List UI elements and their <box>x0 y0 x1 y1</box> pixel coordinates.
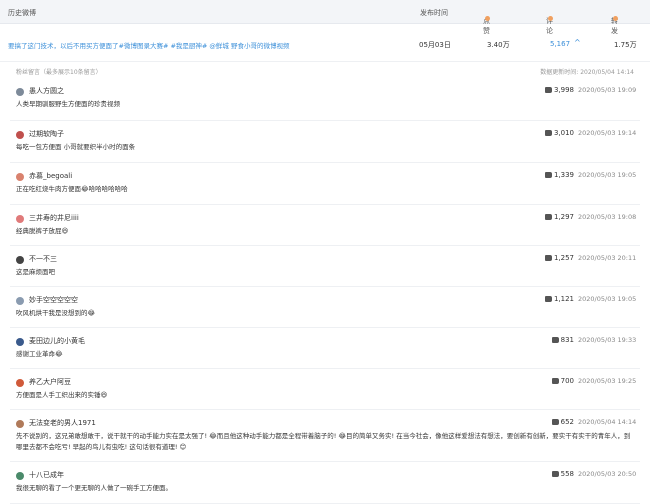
avatar[interactable] <box>16 173 24 181</box>
comment-time: 2020/05/03 20:50 <box>578 470 637 478</box>
comment-time: 2020/05/03 19:05 <box>578 171 637 179</box>
comment-like-count: 831 <box>560 336 574 344</box>
comment-time: 2020/05/03 19:08 <box>578 213 637 221</box>
comment-item: 无法变老的男人1971 先不说别的，这兄弟敢想敢干，说干就干的动手能力实在是太强了… <box>10 410 640 462</box>
post-likes: 3.40万 <box>487 41 510 49</box>
post-comments-toggle[interactable]: 5,167 <box>550 40 570 48</box>
column-history-posts: 历史微博 <box>8 9 36 17</box>
comment-text: 感谢工业革命😂 <box>16 350 63 358</box>
avatar[interactable] <box>16 215 24 223</box>
comment-username[interactable]: 赤慕_begoali <box>29 171 72 181</box>
thumbs-up-icon <box>544 172 552 178</box>
comment-username[interactable]: 十八已成年 <box>29 470 64 480</box>
comment-time: 2020/05/03 19:33 <box>578 336 637 344</box>
comment-item: 麦田边儿的小黄毛感谢工业革命😂 831 2020/05/03 19:33 <box>10 328 640 369</box>
comment-time: 2020/05/03 20:11 <box>578 254 637 262</box>
comment-username[interactable]: 麦田边儿的小黄毛 <box>29 336 85 346</box>
thumbs-up-icon <box>551 378 559 384</box>
comment-text: 先不说别的，这兄弟敢想敢干，说干就干的动手能力实在是太强了! 😂而且他这种动手能… <box>16 432 631 451</box>
comment-like-count: 558 <box>560 470 574 478</box>
comment-username[interactable]: 不一不三 <box>29 254 57 264</box>
comment-text: 方便面是人手工织出来的实锤😆 <box>16 391 108 399</box>
comment-like[interactable]: 1,339 <box>524 171 574 179</box>
comment-like[interactable]: 3,998 <box>524 86 574 94</box>
comment-like-count: 3,998 <box>553 86 574 94</box>
comment-item: 赤慕_begoali 正在吃红烧牛肉方便面😂哈哈哈哈哈哈 1,339 2020/05/… <box>10 163 640 205</box>
comment-item: 妙手空空空空空吹风机烘干我是没想到的😂 1,121 2020/05/03 19:05 <box>10 287 640 328</box>
comment-like-count: 3,010 <box>553 129 574 137</box>
comment-like-count: 1,121 <box>553 295 574 303</box>
thumbs-up-icon <box>544 255 552 261</box>
comment-like[interactable]: 1,121 <box>524 295 574 303</box>
sort-icon[interactable] <box>613 16 618 21</box>
comment-text: 每吃一包方便面 小哥就要织半小时的面条 <box>16 143 136 151</box>
comment-username[interactable]: 养乙大户阿豆 <box>29 377 71 387</box>
avatar[interactable] <box>16 297 24 305</box>
thumbs-up-icon <box>544 214 552 220</box>
comment-text: 人类早期驯服野生方便面的珍贵视频 <box>16 100 120 108</box>
column-publish-time: 发布时间 <box>420 9 448 17</box>
post-reposts: 1.75万 <box>614 41 637 49</box>
comment-username[interactable]: 三井寿的井尼iiii <box>29 213 79 223</box>
avatar[interactable] <box>16 420 24 428</box>
avatar[interactable] <box>16 472 24 480</box>
comment-text: 这是麻烦面吧 <box>16 268 55 276</box>
comment-time: 2020/05/03 19:25 <box>578 377 637 385</box>
thumbs-up-icon <box>551 337 559 343</box>
comment-like-count: 1,339 <box>553 171 574 179</box>
thumbs-up-icon <box>544 296 552 302</box>
comment-time: 2020/05/03 19:14 <box>578 129 637 137</box>
sort-icon[interactable] <box>485 16 490 21</box>
comment-text: 吹风机烘干我是没想到的😂 <box>16 309 96 317</box>
comment-item: 三井寿的井尼iiii 经典脱裤子放屁😆 1,297 2020/05/03 19:08 <box>10 205 640 246</box>
comment-username[interactable]: 妙手空空空空空 <box>29 295 78 305</box>
comment-item: 养乙大户阿豆方便面是人手工织出来的实锤😆 700 2020/05/03 19:25 <box>10 369 640 410</box>
comment-like[interactable]: 1,297 <box>524 213 574 221</box>
comments-label: 粉丝留言（最多展示10条留言） <box>16 69 102 76</box>
comment-like[interactable]: 558 <box>524 470 574 478</box>
comment-item: 十八已成年我很无聊的看了一个更无聊的人做了一碗手工方便面。 558 2020/05/… <box>10 462 640 504</box>
comment-like-count: 1,297 <box>553 213 574 221</box>
comment-item: 不一不三这是麻烦面吧 1,257 2020/05/03 20:11 <box>10 246 640 287</box>
comment-item: 过期软陶子每吃一包方便面 小哥就要织半小时的面条 3,010 2020/05/03 … <box>10 121 640 163</box>
comment-text: 正在吃红烧牛肉方便面😂哈哈哈哈哈哈 <box>16 185 128 193</box>
thumbs-up-icon <box>544 87 552 93</box>
post-row[interactable]: 要搞了这门技术，以后不用买方便面了#微博图录大赛# #我是厨神# @鲜城 野食小… <box>0 24 650 62</box>
chevron-up-icon[interactable]: ^ <box>574 38 581 47</box>
comment-username[interactable]: 愚人方圆之 <box>29 86 64 96</box>
comment-time: 2020/05/04 14:14 <box>578 418 637 426</box>
avatar[interactable] <box>16 88 24 96</box>
comment-like[interactable]: 652 <box>524 418 574 426</box>
comment-like[interactable]: 700 <box>524 377 574 385</box>
sort-icon[interactable] <box>548 16 553 21</box>
comments-header: 粉丝留言（最多展示10条留言） 数据更新时间: 2020/05/04 14:14 <box>0 62 650 78</box>
data-updated-time: 数据更新时间: 2020/05/04 14:14 <box>540 69 634 76</box>
post-title-link[interactable]: 要搞了这门技术，以后不用买方便面了#微博图录大赛# #我是厨神# @鲜城 野食小… <box>8 40 289 50</box>
thumbs-up-icon <box>551 471 559 477</box>
avatar[interactable] <box>16 379 24 387</box>
comment-like-count: 700 <box>560 377 574 385</box>
comment-username[interactable]: 无法变老的男人1971 <box>29 418 96 428</box>
avatar[interactable] <box>16 131 24 139</box>
comment-time: 2020/05/03 19:05 <box>578 295 637 303</box>
comment-username[interactable]: 过期软陶子 <box>29 129 64 139</box>
comment-like[interactable]: 1,257 <box>524 254 574 262</box>
avatar[interactable] <box>16 338 24 346</box>
table-header: 历史微博 发布时间 点赞 评论 转发 <box>0 0 650 35</box>
comment-like[interactable]: 3,010 <box>524 129 574 137</box>
thumbs-up-icon <box>551 419 559 425</box>
thumbs-up-icon <box>544 130 552 136</box>
avatar[interactable] <box>16 256 24 264</box>
comment-like-count: 652 <box>560 418 574 426</box>
comment-like[interactable]: 831 <box>524 336 574 344</box>
comment-time: 2020/05/03 19:09 <box>578 86 637 94</box>
comment-text: 经典脱裤子放屁😆 <box>16 227 69 235</box>
comment-like-count: 1,257 <box>553 254 574 262</box>
comment-item: 愚人方圆之人类早期驯服野生方便面的珍贵视频 3,998 2020/05/03 19:… <box>10 78 640 121</box>
comment-text: 我很无聊的看了一个更无聊的人做了一碗手工方便面。 <box>16 484 172 492</box>
post-date: 05月03日 <box>419 41 451 49</box>
